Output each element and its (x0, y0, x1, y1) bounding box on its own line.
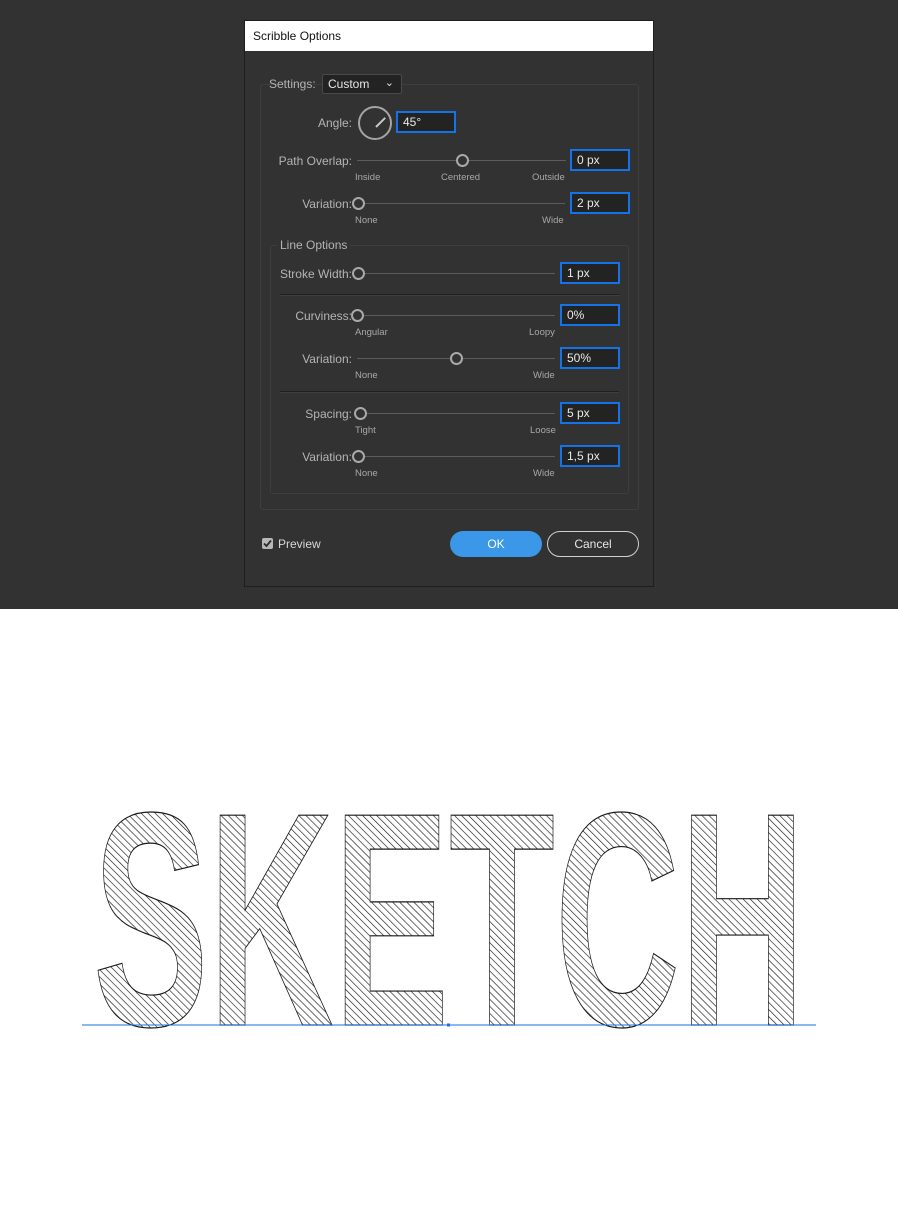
spacing-variation-tick-none: None (355, 468, 378, 479)
overlap-variation-tick-none: None (355, 215, 378, 226)
curviness-variation-tick-none: None (355, 370, 378, 381)
spacing-tick-tight: Tight (355, 425, 376, 436)
path-overlap-tick-centered: Centered (441, 172, 481, 183)
line-options-divider (280, 294, 619, 296)
overlap-variation-input[interactable]: 2 px (570, 192, 630, 214)
curviness-label: Curviness: (295, 309, 352, 323)
line-options-legend: Line Options (277, 238, 351, 252)
settings-label: Settings: (269, 77, 316, 91)
stroke-width-slider-track[interactable] (358, 273, 555, 274)
spacing-variation-slider-track[interactable] (358, 456, 555, 457)
path-overlap-label: Path Overlap: (278, 154, 352, 168)
line-options-divider-2 (280, 391, 619, 393)
preview-checkbox[interactable] (262, 538, 273, 549)
stroke-width-input[interactable]: 1 px (560, 262, 620, 284)
spacing-tick-loose: Loose (530, 425, 556, 436)
ok-button[interactable]: OK (450, 531, 542, 557)
curviness-slider-thumb[interactable] (351, 309, 364, 322)
curviness-variation-input[interactable]: 50% (560, 347, 620, 369)
spacing-slider-track[interactable] (358, 413, 555, 414)
sketch-text: SKETCH (93, 749, 805, 1090)
curviness-tick-angular: Angular (355, 327, 388, 338)
curviness-variation-slider-thumb[interactable] (450, 352, 463, 365)
settings-dropdown[interactable]: Custom ⌄ (322, 74, 402, 94)
settings-value: Custom (328, 77, 370, 91)
path-overlap-slider-thumb[interactable] (455, 154, 469, 167)
stroke-width-label: Stroke Width: (279, 267, 352, 281)
spacing-variation-slider-thumb[interactable] (352, 450, 365, 463)
path-overlap-input[interactable]: 0 px (570, 149, 630, 171)
angle-dial[interactable] (358, 106, 392, 140)
curviness-tick-loopy: Loopy (529, 327, 555, 338)
stroke-width-slider-thumb[interactable] (352, 267, 365, 280)
scribble-options-dialog: Scribble Options Settings: Custom ⌄ Angl… (244, 20, 654, 587)
angle-input[interactable]: 45° (396, 111, 456, 133)
baseline-anchor-point[interactable] (447, 1023, 450, 1027)
spacing-input[interactable]: 5 px (560, 402, 620, 424)
angle-label: Angle: (317, 116, 352, 130)
overlap-variation-label: Variation: (302, 197, 352, 211)
spacing-label: Spacing: (305, 407, 352, 421)
sketch-scribble-artwork[interactable]: SKETCH (0, 609, 898, 1213)
spacing-variation-tick-wide: Wide (533, 468, 555, 479)
path-overlap-tick-inside: Inside (355, 172, 381, 183)
spacing-variation-label: Variation: (302, 450, 352, 464)
curviness-input[interactable]: 0% (560, 304, 620, 326)
curviness-variation-label: Variation: (302, 352, 352, 366)
chevron-down-icon: ⌄ (384, 77, 394, 89)
curviness-variation-tick-wide: Wide (533, 370, 555, 381)
artboard: SKETCH (0, 609, 898, 1213)
overlap-variation-slider-thumb[interactable] (352, 197, 365, 210)
path-overlap-tick-outside: Outside (532, 172, 565, 183)
preview-label[interactable]: Preview (278, 537, 321, 551)
workspace-background: Scribble Options Settings: Custom ⌄ Angl… (0, 0, 898, 609)
dialog-titlebar[interactable]: Scribble Options (245, 21, 653, 51)
overlap-variation-slider-track[interactable] (358, 203, 565, 204)
overlap-variation-tick-wide: Wide (542, 215, 564, 226)
spacing-variation-input[interactable]: 1,5 px (560, 445, 620, 467)
curviness-slider-track[interactable] (357, 315, 555, 316)
angle-needle-icon (375, 117, 386, 128)
dialog-title: Scribble Options (253, 29, 342, 43)
checkmark-icon (263, 539, 272, 548)
cancel-button[interactable]: Cancel (547, 531, 639, 557)
spacing-slider-thumb[interactable] (353, 407, 367, 420)
